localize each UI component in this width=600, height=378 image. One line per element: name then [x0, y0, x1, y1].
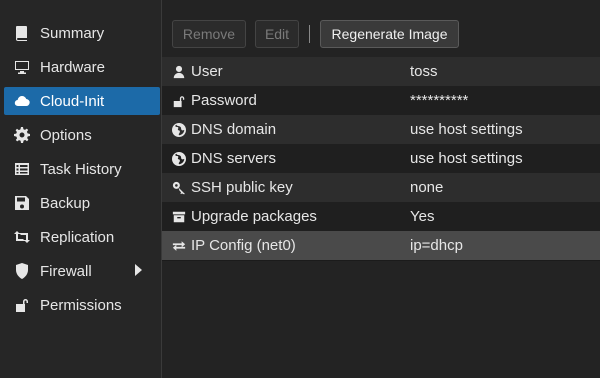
- sidebar-item-summary[interactable]: Summary: [4, 19, 160, 47]
- list-icon: [12, 159, 32, 179]
- row-value: use host settings: [410, 121, 523, 138]
- edit-button[interactable]: Edit: [255, 20, 299, 48]
- row-key: SSH public key: [172, 179, 293, 196]
- sidebar-item-cloud-init[interactable]: Cloud-Init: [4, 87, 160, 115]
- globe-icon: [172, 151, 186, 166]
- row-value: toss: [410, 63, 438, 80]
- main-panel: Remove Edit Regenerate Image User toss P…: [162, 0, 600, 378]
- sidebar-item-label: Options: [40, 126, 92, 144]
- row-value: ip=dhcp: [410, 237, 463, 254]
- row-key: IP Config (net0): [172, 237, 296, 254]
- key-icon: [172, 181, 186, 194]
- row-key-label: IP Config (net0): [191, 237, 296, 254]
- sidebar: Summary Hardware Cloud-Init Options Task…: [0, 0, 162, 378]
- sidebar-item-label: Summary: [40, 24, 105, 42]
- exchange-icon: [172, 240, 186, 251]
- remove-button[interactable]: Remove: [172, 20, 246, 48]
- table-row[interactable]: SSH public key none: [162, 173, 600, 203]
- row-value: use host settings: [410, 150, 523, 167]
- floppy-icon: [12, 193, 32, 213]
- sidebar-item-label: Replication: [40, 228, 115, 246]
- toolbar: Remove Edit Regenerate Image: [162, 12, 600, 48]
- sidebar-item-backup[interactable]: Backup: [4, 189, 160, 217]
- row-key-label: Upgrade packages: [191, 208, 317, 225]
- sidebar-item-label: Cloud-Init: [40, 92, 105, 110]
- sidebar-item-firewall[interactable]: Firewall: [4, 257, 160, 285]
- toolbar-separator: [309, 25, 310, 43]
- sidebar-item-replication[interactable]: Replication: [4, 223, 160, 251]
- book-icon: [12, 23, 32, 43]
- sidebar-item-task-history[interactable]: Task History: [4, 155, 160, 183]
- unlock-icon: [12, 295, 32, 315]
- row-key-label: User: [191, 63, 223, 80]
- row-value: Yes: [410, 208, 435, 225]
- gear-icon: [12, 125, 32, 145]
- sidebar-item-permissions[interactable]: Permissions: [4, 291, 160, 319]
- table-row[interactable]: DNS servers use host settings: [162, 144, 600, 174]
- unlock-icon: [173, 95, 185, 107]
- sidebar-item-label: Task History: [40, 160, 122, 178]
- globe-icon: [172, 122, 186, 137]
- sidebar-item-hardware[interactable]: Hardware: [4, 53, 160, 81]
- table-row[interactable]: User toss: [162, 57, 600, 87]
- monitor-icon: [12, 57, 32, 77]
- table-row[interactable]: IP Config (net0) ip=dhcp: [162, 231, 600, 261]
- row-key-label: Password: [191, 92, 257, 109]
- regenerate-image-button[interactable]: Regenerate Image: [320, 20, 459, 48]
- archive-icon: [172, 211, 186, 222]
- sidebar-item-label: Hardware: [40, 58, 106, 76]
- row-value: **********: [410, 92, 469, 109]
- user-icon: [173, 65, 185, 78]
- sidebar-item-label: Firewall: [40, 262, 92, 280]
- row-key-label: SSH public key: [191, 179, 293, 196]
- table-row[interactable]: Password **********: [162, 86, 600, 116]
- row-key: Upgrade packages: [172, 208, 317, 225]
- row-key: DNS domain: [172, 121, 276, 138]
- table-row[interactable]: DNS domain use host settings: [162, 115, 600, 145]
- shield-icon: [12, 261, 32, 281]
- sidebar-item-options[interactable]: Options: [4, 121, 160, 149]
- sidebar-item-label: Backup: [40, 194, 91, 212]
- cloud-icon: [12, 91, 32, 111]
- row-key-label: DNS domain: [191, 121, 277, 138]
- sidebar-item-label: Permissions: [40, 296, 122, 314]
- row-key: User: [172, 63, 223, 80]
- retweet-icon: [12, 227, 32, 247]
- chevron-right-icon[interactable]: [135, 264, 142, 276]
- row-value: none: [410, 179, 444, 196]
- row-key: DNS servers: [172, 150, 276, 167]
- table-row[interactable]: Upgrade packages Yes: [162, 202, 600, 232]
- row-key-label: DNS servers: [191, 150, 277, 167]
- row-key: Password: [172, 92, 257, 109]
